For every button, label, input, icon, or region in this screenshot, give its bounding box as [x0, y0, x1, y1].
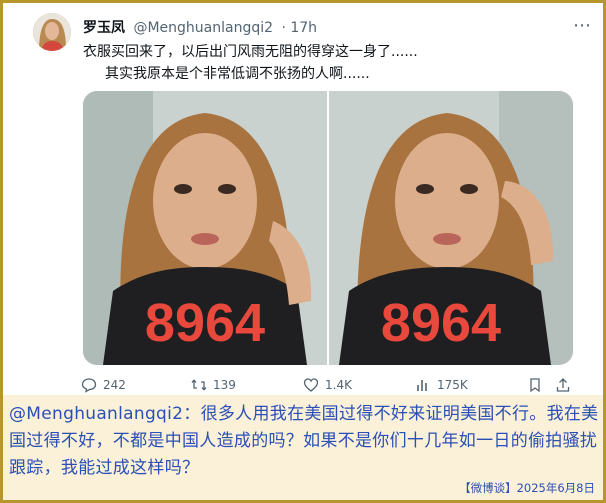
like-count: 1.4K — [325, 378, 352, 392]
tweet-text-line-1: 衣服买回来了，以后出门风雨无阻的得穿这一身了...... — [83, 44, 418, 60]
post-frame: 罗玉凤 @Menghuanlangqi2 · 17h ⋯ 衣服买回来了，以后出门… — [0, 0, 606, 503]
reply-count: 242 — [103, 378, 126, 392]
like-icon — [303, 378, 319, 392]
shirt-print-left: 8964 — [145, 293, 265, 353]
caption-text: @Menghuanlangqi2：很多人用我在美国过得不好来证明美国不行。我在美… — [9, 404, 599, 478]
author-row: 罗玉凤 @Menghuanlangqi2 · 17h — [83, 17, 317, 37]
tweet-actions: 242 139 1.4K 175K — [81, 377, 581, 397]
tweet-card: 罗玉凤 @Menghuanlangqi2 · 17h ⋯ 衣服买回来了，以后出门… — [3, 3, 603, 395]
commentary-caption: @Menghuanlangqi2：很多人用我在美国过得不好来证明美国不行。我在美… — [3, 395, 603, 500]
like-action[interactable]: 1.4K — [303, 377, 352, 393]
author-handle[interactable]: @Menghuanlangqi2 — [133, 20, 273, 36]
reply-action[interactable]: 242 — [81, 377, 126, 393]
post-time[interactable]: · 17h — [281, 20, 317, 36]
retweet-count: 139 — [213, 378, 236, 392]
tweet-photo-left[interactable]: 8964 — [83, 91, 327, 365]
photo-left-image: 8964 — [83, 91, 327, 365]
shirt-print-right: 8964 — [381, 293, 501, 353]
share-icon — [556, 378, 570, 392]
more-icon[interactable]: ⋯ — [573, 15, 591, 36]
bookmark-action[interactable] — [527, 377, 543, 393]
source-label: 【微博谈】2025年6月8日 — [459, 481, 595, 495]
retweet-icon — [191, 379, 207, 391]
views-action[interactable]: 175K — [415, 377, 468, 393]
reply-icon — [81, 378, 97, 393]
views-icon — [417, 380, 427, 391]
views-count: 175K — [437, 378, 468, 392]
retweet-action[interactable]: 139 — [191, 377, 236, 393]
tweet-photo-right[interactable]: 8964 — [327, 91, 573, 365]
bookmark-icon — [530, 378, 540, 393]
share-action[interactable] — [555, 377, 571, 393]
avatar-image — [33, 13, 71, 51]
avatar[interactable] — [33, 13, 71, 51]
author-name[interactable]: 罗玉凤 — [83, 20, 125, 36]
tweet-text-line-2: 其实我原本是个非常低调不张扬的人啊...... — [105, 66, 370, 82]
photo-right-image: 8964 — [329, 91, 573, 365]
